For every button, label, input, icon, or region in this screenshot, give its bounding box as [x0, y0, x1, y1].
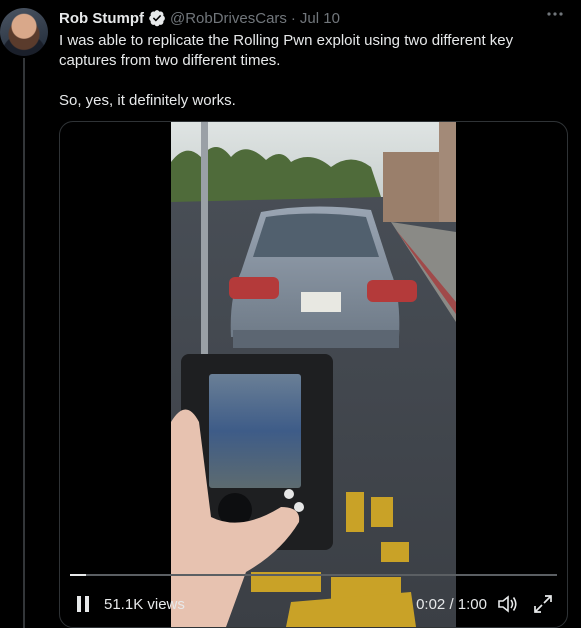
tweet-text: I was able to replicate the Rolling Pwn …: [59, 32, 514, 109]
video-progress-track[interactable]: [70, 574, 557, 576]
author-name[interactable]: Rob Stumpf: [59, 10, 144, 27]
video-view-count: 51.1K views: [104, 595, 185, 613]
video-time: 0:02 / 1:00: [416, 596, 487, 613]
tweet-date[interactable]: Jul 10: [300, 10, 340, 27]
video-controls: 51.1K views 0:02 / 1:00: [60, 588, 567, 620]
volume-icon[interactable]: [497, 594, 519, 614]
video-time-separator: /: [445, 595, 458, 613]
video-duration: 1:00: [457, 595, 487, 613]
fullscreen-icon[interactable]: [533, 594, 553, 614]
avatar[interactable]: [0, 8, 48, 56]
pause-icon[interactable]: [76, 595, 90, 613]
meta-separator: ·: [290, 9, 296, 27]
verified-badge-icon: [149, 10, 165, 27]
author-handle[interactable]: @RobDrivesCars: [170, 10, 287, 27]
more-horizontal-icon[interactable]: [545, 4, 565, 29]
video-progress-fill: [70, 574, 86, 576]
video-player[interactable]: 51.1K views 0:02 / 1:00: [59, 121, 568, 628]
thread-line: [23, 58, 25, 628]
video-frame[interactable]: [171, 122, 456, 627]
tweet-header: Rob Stumpf @RobDrivesCars · Jul 10: [59, 8, 340, 28]
video-current-time: 0:02: [416, 595, 446, 613]
